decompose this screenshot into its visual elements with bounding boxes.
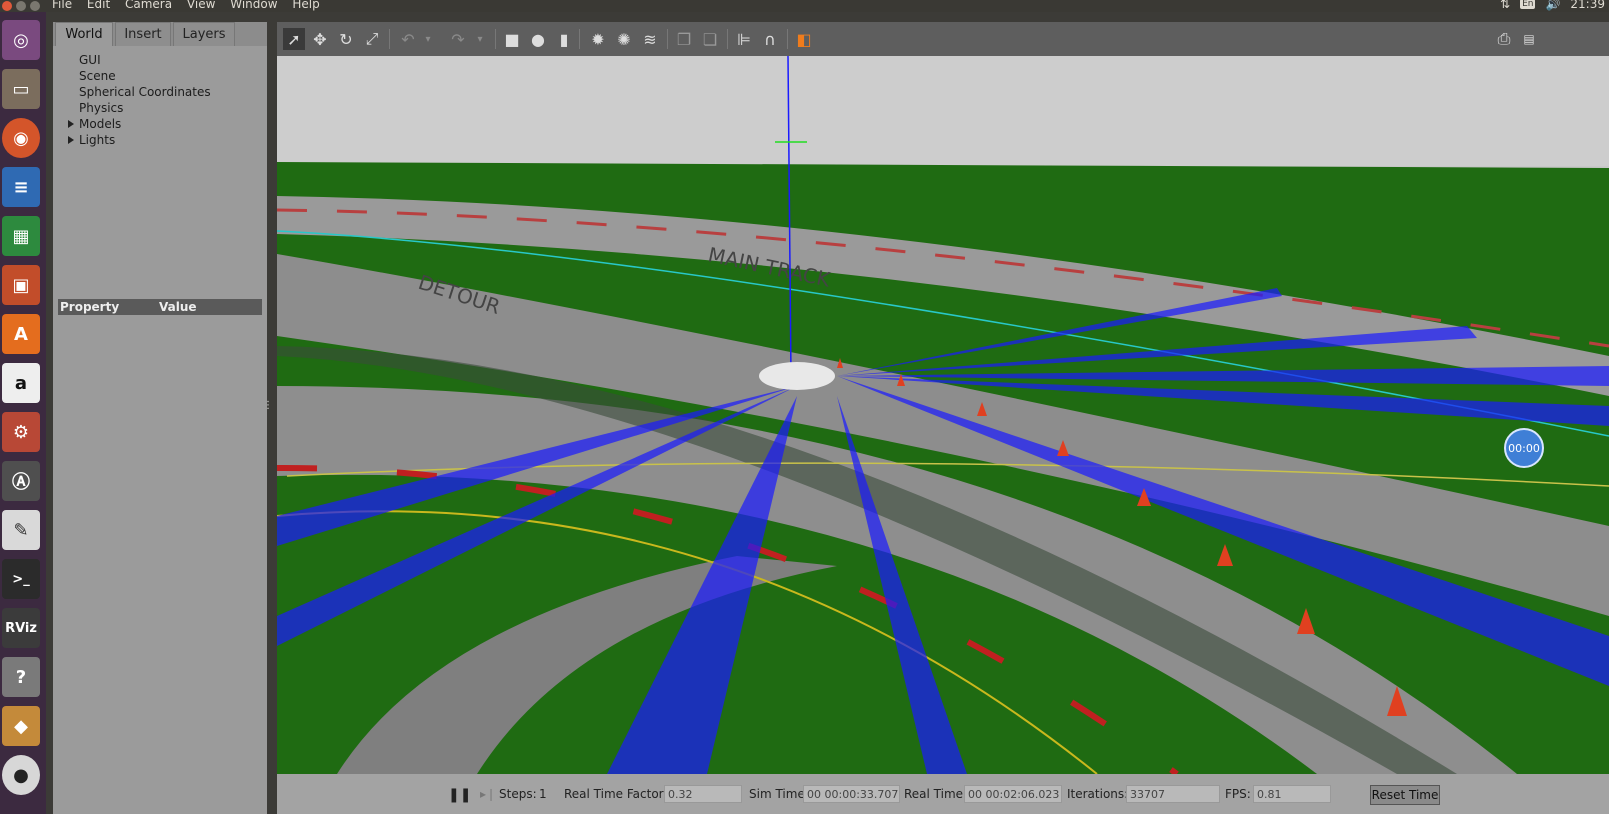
- reset-time-button[interactable]: Reset Time: [1370, 785, 1440, 805]
- pause-icon[interactable]: ❚❚: [448, 787, 471, 803]
- steps-label: Steps:: [499, 787, 537, 801]
- clock[interactable]: 21:39: [1570, 0, 1605, 11]
- tab-insert[interactable]: Insert: [115, 22, 171, 46]
- undo-icon[interactable]: ↶: [397, 28, 419, 50]
- writer-icon[interactable]: ≡: [2, 167, 40, 207]
- view-angle-icon[interactable]: ◧: [793, 28, 815, 50]
- amazon-icon[interactable]: a: [2, 363, 40, 403]
- system-tray: ⇅ En 🔊 21:39: [1500, 0, 1605, 11]
- firefox-icon[interactable]: ◉: [2, 118, 40, 158]
- software-updater-icon[interactable]: Ⓐ: [2, 461, 40, 501]
- menu-view[interactable]: View: [187, 0, 215, 11]
- tree-item-spherical-coordinates[interactable]: Spherical Coordinates: [79, 84, 211, 100]
- fps-label: FPS:: [1225, 787, 1251, 801]
- panel-splitter-handle[interactable]: ⋮: [263, 400, 273, 414]
- menu-help[interactable]: Help: [292, 0, 319, 11]
- world-panel: World Insert Layers GUI Scene Spherical …: [53, 22, 267, 814]
- menu-camera[interactable]: Camera: [125, 0, 172, 11]
- directional-light-icon[interactable]: ≋: [639, 28, 661, 50]
- scale-mode-icon[interactable]: ⤢: [361, 28, 383, 50]
- sim-time-label: Sim Time:: [749, 787, 809, 801]
- snap-icon[interactable]: ∩: [759, 28, 781, 50]
- menu-file[interactable]: File: [52, 0, 72, 11]
- cylinder-shape-icon[interactable]: ▮: [553, 28, 575, 50]
- rotate-mode-icon[interactable]: ↻: [335, 28, 357, 50]
- help-icon[interactable]: ?: [2, 657, 40, 697]
- step-icon[interactable]: ▸❘: [480, 787, 496, 801]
- launcher: ◎ ▭ ◉ ≡ ▦ ▣ A a ⚙ Ⓐ ✎ >_ RViz ? ◆ ●: [0, 12, 46, 814]
- copy-icon[interactable]: ❐: [673, 28, 695, 50]
- iterations-label: Iterations:: [1067, 787, 1129, 801]
- real-time-field: 00 00:02:06.023: [964, 785, 1062, 803]
- 3d-viewport[interactable]: MAIN TRACK DETOUR 00:00: [277, 56, 1609, 774]
- maximize-window-icon[interactable]: [30, 1, 40, 11]
- app-menu: File Edit Camera View Window Help: [52, 0, 331, 11]
- fps-field: 0.81: [1253, 785, 1331, 803]
- tree-item-gui[interactable]: GUI: [79, 52, 101, 68]
- menu-window[interactable]: Window: [230, 0, 277, 11]
- terminal-icon[interactable]: >_: [2, 559, 40, 599]
- simulation-status-bar: ❚❚ ▸❘ Steps: 1 Real Time Factor: 0.32 Si…: [277, 774, 1609, 814]
- screenshot-icon[interactable]: ⎙: [1493, 28, 1515, 50]
- real-time-factor-label: Real Time Factor:: [564, 787, 668, 801]
- toolbar: ➚ ✥ ↻ ⤢ ↶ ▾ ↷ ▾ ■ ● ▮ ✹ ✺ ≋ ❐ ❏ ⊫ ∩ ◧ ⎙ …: [277, 22, 1609, 56]
- software-center-icon[interactable]: A: [2, 314, 40, 354]
- log-icon[interactable]: ▤: [1518, 28, 1540, 50]
- sim-time-field: 00 00:00:33.707: [803, 785, 900, 803]
- select-mode-icon[interactable]: ➚: [283, 28, 305, 50]
- spot-light-icon[interactable]: ✺: [613, 28, 635, 50]
- tree-item-label: Models: [79, 117, 122, 131]
- window-controls: [2, 0, 44, 12]
- tree-item-physics[interactable]: Physics: [79, 100, 123, 116]
- expand-arrow-icon[interactable]: [68, 120, 74, 128]
- redo-history-icon[interactable]: ▾: [469, 28, 491, 50]
- calc-icon[interactable]: ▦: [2, 216, 40, 256]
- point-light-icon[interactable]: ✹: [587, 28, 609, 50]
- package-icon[interactable]: ◆: [2, 706, 40, 746]
- tree-item-models[interactable]: Models: [68, 116, 122, 132]
- keyboard-language-indicator[interactable]: En: [1520, 0, 1536, 9]
- real-time-label: Real Time:: [904, 787, 968, 801]
- top-menu-bar: File Edit Camera View Window Help ⇅ En 🔊…: [0, 0, 1609, 12]
- dvd-icon[interactable]: ●: [2, 755, 40, 795]
- panel-tabs: World Insert Layers: [53, 22, 267, 46]
- undo-history-icon[interactable]: ▾: [417, 28, 439, 50]
- real-time-factor-field: 0.32: [664, 785, 742, 803]
- tree-item-lights[interactable]: Lights: [68, 132, 116, 148]
- system-settings-icon[interactable]: ⚙: [2, 412, 40, 452]
- ubuntu-dash-icon[interactable]: ◎: [2, 20, 40, 60]
- align-icon[interactable]: ⊫: [733, 28, 755, 50]
- property-table-header: Property Value: [58, 299, 262, 315]
- text-editor-icon[interactable]: ✎: [2, 510, 40, 550]
- expand-arrow-icon[interactable]: [68, 136, 74, 144]
- iterations-field: 33707: [1126, 785, 1220, 803]
- steps-value[interactable]: 1: [539, 787, 547, 801]
- translate-mode-icon[interactable]: ✥: [309, 28, 331, 50]
- scene-render: MAIN TRACK DETOUR: [277, 56, 1609, 774]
- network-arrows-icon[interactable]: ⇅: [1500, 0, 1510, 11]
- files-icon[interactable]: ▭: [2, 69, 40, 109]
- tab-layers[interactable]: Layers: [173, 22, 235, 46]
- value-column-header: Value: [159, 300, 197, 314]
- timer-badge[interactable]: 00:00: [1504, 428, 1544, 468]
- property-column-header: Property: [60, 300, 120, 314]
- sphere-shape-icon[interactable]: ●: [527, 28, 549, 50]
- paste-icon[interactable]: ❏: [699, 28, 721, 50]
- tree-item-scene[interactable]: Scene: [79, 68, 116, 84]
- volume-icon[interactable]: 🔊: [1545, 0, 1560, 11]
- box-shape-icon[interactable]: ■: [501, 28, 523, 50]
- redo-icon[interactable]: ↷: [447, 28, 469, 50]
- minimize-window-icon[interactable]: [16, 1, 26, 11]
- tab-world[interactable]: World: [55, 22, 113, 46]
- close-window-icon[interactable]: [2, 1, 12, 11]
- rviz-icon[interactable]: RViz: [2, 608, 40, 648]
- tree-item-label: Lights: [79, 133, 116, 147]
- menu-edit[interactable]: Edit: [87, 0, 110, 11]
- impress-icon[interactable]: ▣: [2, 265, 40, 305]
